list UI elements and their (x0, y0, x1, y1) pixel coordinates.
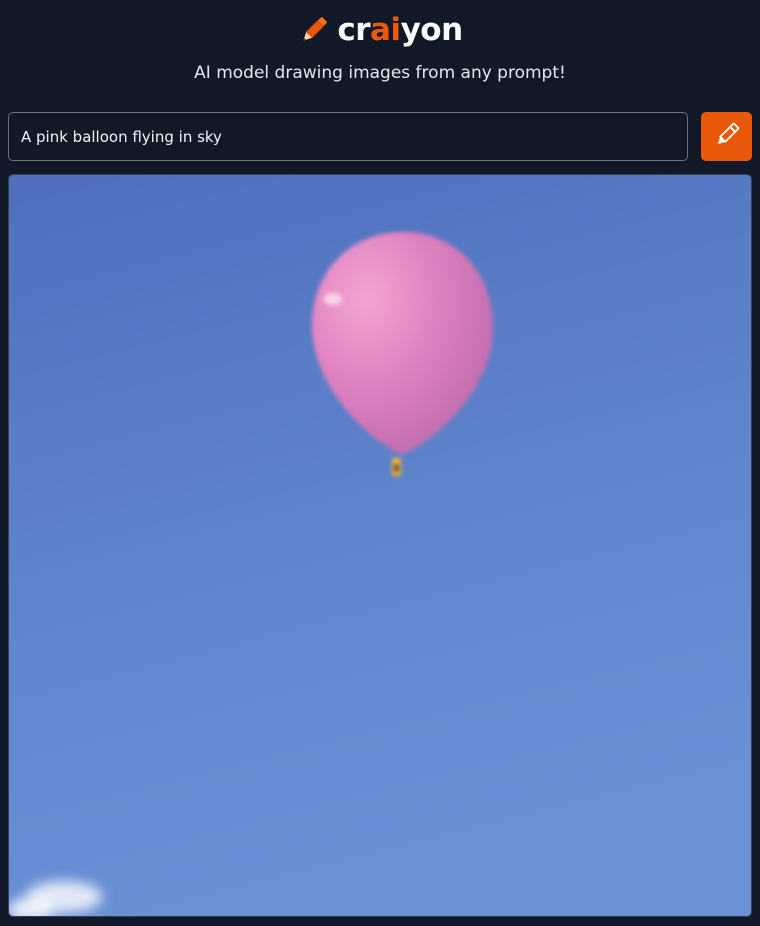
logo-text-accent: ai (370, 12, 401, 48)
tagline: AI model drawing images from any prompt! (194, 63, 566, 83)
app-header: craiyon (0, 10, 760, 50)
craiyon-page: craiyon AI model drawing images from any… (0, 0, 760, 926)
pencil-icon (712, 120, 742, 153)
prompt-input[interactable] (8, 112, 688, 161)
app-logo-text: craiyon (337, 10, 464, 50)
generated-image[interactable] (8, 174, 752, 917)
pencil-icon (297, 13, 331, 47)
draw-button[interactable] (701, 112, 752, 161)
logo-text-start: cr (337, 12, 371, 48)
logo-text-end: yon (400, 12, 464, 48)
